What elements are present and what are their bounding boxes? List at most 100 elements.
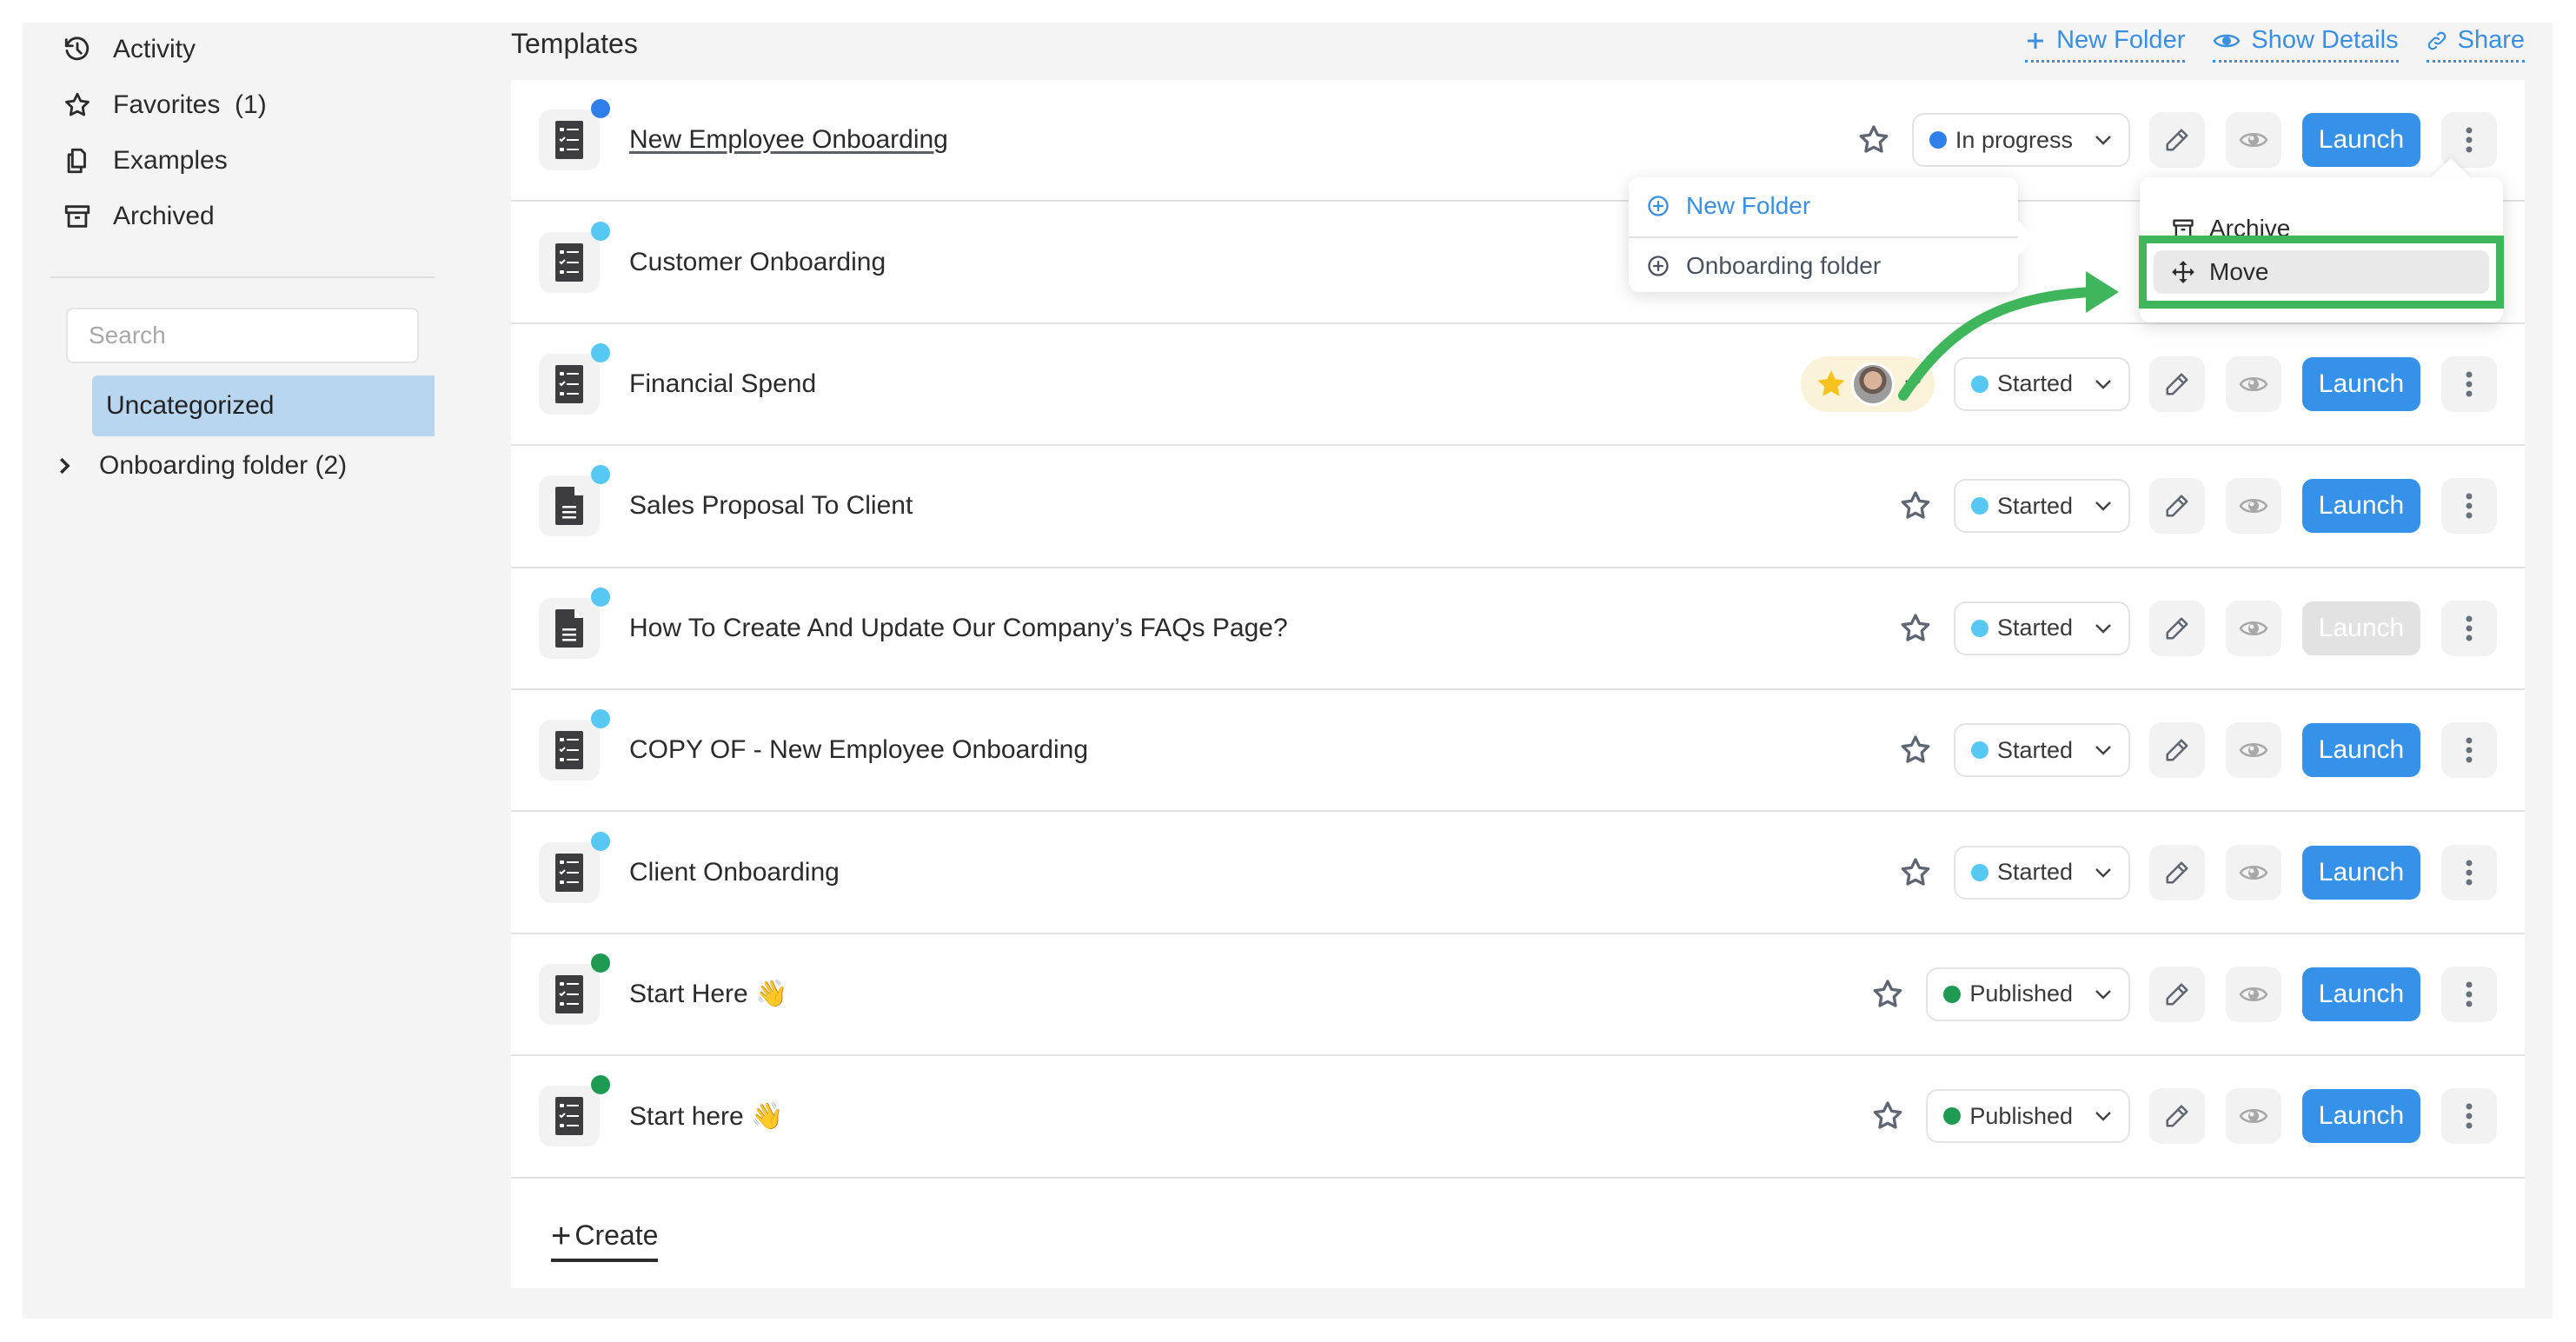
favorite-star-icon[interactable] xyxy=(1855,121,1893,159)
more-options-button[interactable] xyxy=(2441,600,2497,656)
row-context-menu: Archive Move xyxy=(2140,158,2503,322)
preview-button[interactable] xyxy=(2226,966,2281,1022)
template-row[interactable]: Financial Spend Started Launch xyxy=(511,324,2525,447)
template-row[interactable]: COPY OF - New Employee Onboarding Starte… xyxy=(511,690,2525,813)
sidebar-item-favorites[interactable]: Favorites (1) xyxy=(63,83,267,127)
new-folder-button[interactable]: New Folder xyxy=(2025,26,2186,63)
template-title[interactable]: COPY OF - New Employee Onboarding xyxy=(629,735,1088,765)
template-row[interactable]: How To Create And Update Our Company’s F… xyxy=(511,568,2525,690)
launch-button[interactable]: Launch xyxy=(2302,723,2420,778)
more-options-button[interactable] xyxy=(2441,966,2497,1022)
favorite-star-icon[interactable] xyxy=(1896,487,1935,525)
template-title[interactable]: Start here 👋 xyxy=(629,1101,783,1132)
edit-button[interactable] xyxy=(2149,966,2205,1022)
launch-button[interactable]: Launch xyxy=(2302,113,2420,168)
launch-button[interactable]: Launch xyxy=(2302,967,2420,1021)
share-button[interactable]: Share xyxy=(2426,26,2525,63)
row-actions: Started Launch xyxy=(1896,844,2497,900)
preview-button[interactable] xyxy=(2226,1088,2281,1145)
pencil-icon xyxy=(2164,127,2190,153)
template-title[interactable]: Financial Spend xyxy=(629,369,816,399)
kebab-menu-icon xyxy=(2465,370,2473,398)
template-title[interactable]: Start Here 👋 xyxy=(629,979,787,1009)
launch-button[interactable]: Launch xyxy=(2302,601,2420,655)
favorite-pill[interactable] xyxy=(1800,355,1935,412)
more-options-button[interactable] xyxy=(2441,478,2497,535)
preview-button[interactable] xyxy=(2226,355,2281,412)
preview-button[interactable] xyxy=(2226,600,2281,656)
folder-uncategorized[interactable]: Uncategorized xyxy=(92,375,435,436)
menu-move[interactable]: Move xyxy=(2154,250,2489,294)
edit-button[interactable] xyxy=(2149,844,2205,900)
plus-circle-icon xyxy=(1646,194,1672,218)
preview-button[interactable] xyxy=(2226,722,2281,779)
chevron-down-icon xyxy=(1903,378,1922,390)
favorite-star-icon[interactable] xyxy=(1896,609,1935,648)
preview-button[interactable] xyxy=(2226,112,2281,169)
template-title[interactable]: New Employee Onboarding xyxy=(629,125,948,155)
create-button[interactable]: + Create xyxy=(551,1219,659,1262)
row-actions: Started Launch xyxy=(1800,355,2497,412)
status-dropdown[interactable]: Published xyxy=(1926,1089,2130,1144)
plus-icon xyxy=(2025,30,2046,51)
edit-button[interactable] xyxy=(2149,478,2205,535)
submenu-item-label: Onboarding folder xyxy=(1686,252,1882,279)
status-dropdown[interactable]: Started xyxy=(1953,723,2130,778)
menu-archive[interactable]: Archive xyxy=(2154,207,2489,250)
status-dot xyxy=(1970,741,1988,760)
submenu-new-folder[interactable]: New Folder xyxy=(1629,177,2018,235)
edit-button[interactable] xyxy=(2149,1088,2205,1145)
template-row[interactable]: Client Onboarding Started Launch xyxy=(511,812,2525,934)
sidebar-item-archived[interactable]: Archived xyxy=(63,195,215,238)
launch-button[interactable]: Launch xyxy=(2302,1089,2420,1144)
launch-button[interactable]: Launch xyxy=(2302,479,2420,534)
more-options-button[interactable] xyxy=(2441,722,2497,779)
header-actions: New Folder Show Details Share xyxy=(2025,26,2525,63)
show-details-button[interactable]: Show Details xyxy=(2213,26,2399,63)
more-options-button[interactable] xyxy=(2441,355,2497,412)
template-title[interactable]: Customer Onboarding xyxy=(629,248,886,277)
template-title[interactable]: How To Create And Update Our Company’s F… xyxy=(629,614,1288,643)
status-label: Started xyxy=(1996,615,2073,641)
chevron-right-icon[interactable] xyxy=(57,456,75,475)
sidebar-item-label: Favorites (1) xyxy=(113,90,267,119)
edit-button[interactable] xyxy=(2149,355,2205,412)
template-row[interactable]: Start Here 👋 Published Launch xyxy=(511,934,2525,1057)
sidebar-item-activity[interactable]: Activity xyxy=(63,28,196,71)
edit-button[interactable] xyxy=(2149,600,2205,656)
row-actions: In progress Launch xyxy=(1855,112,2497,169)
edit-button[interactable] xyxy=(2149,112,2205,169)
status-dropdown[interactable]: Started xyxy=(1953,845,2130,900)
favorite-star-icon[interactable] xyxy=(1869,1097,1907,1135)
preview-button[interactable] xyxy=(2226,478,2281,535)
status-dropdown[interactable]: Started xyxy=(1953,601,2130,655)
preview-button[interactable] xyxy=(2226,844,2281,900)
eye-icon xyxy=(2239,740,2268,761)
eye-icon xyxy=(2239,130,2268,150)
kebab-menu-icon xyxy=(2465,736,2473,764)
create-area: + Create xyxy=(511,1178,2525,1288)
launch-button[interactable]: Launch xyxy=(2302,845,2420,900)
more-options-button[interactable] xyxy=(2441,1088,2497,1145)
status-dropdown[interactable]: Started xyxy=(1953,356,2130,411)
launch-button[interactable]: Launch xyxy=(2302,356,2420,411)
favorite-star-icon[interactable] xyxy=(1896,731,1935,769)
template-title[interactable]: Sales Proposal To Client xyxy=(629,491,913,521)
template-row[interactable]: Start here 👋 Published Launch xyxy=(511,1056,2525,1179)
edit-button[interactable] xyxy=(2149,722,2205,779)
status-dropdown[interactable]: In progress xyxy=(1911,113,2130,168)
checklist-icon xyxy=(539,99,610,171)
favorite-star-icon[interactable] xyxy=(1896,854,1935,892)
more-options-button[interactable] xyxy=(2441,844,2497,900)
status-label: In progress xyxy=(1955,126,2073,153)
status-indicator-dot xyxy=(591,831,610,851)
template-title[interactable]: Client Onboarding xyxy=(629,858,840,887)
status-dropdown[interactable]: Published xyxy=(1926,967,2130,1021)
template-row[interactable]: Sales Proposal To Client Started Launch xyxy=(511,446,2525,568)
sidebar-item-examples[interactable]: Examples xyxy=(63,139,228,183)
folder-onboarding[interactable]: Onboarding folder (2) xyxy=(57,440,347,492)
folder-search-input[interactable] xyxy=(66,308,419,363)
submenu-onboarding-folder[interactable]: Onboarding folder xyxy=(1629,236,2018,294)
status-dropdown[interactable]: Started xyxy=(1953,479,2130,534)
favorite-star-icon[interactable] xyxy=(1869,975,1907,1013)
